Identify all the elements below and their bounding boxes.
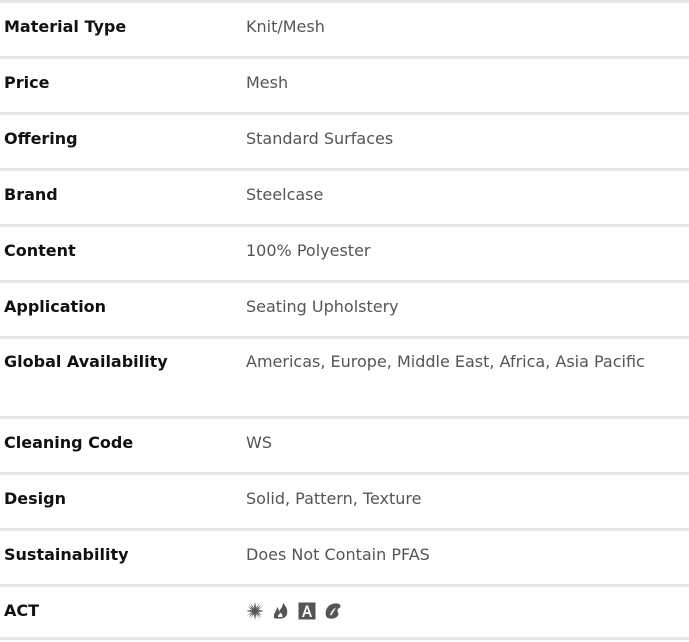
spec-row-brand: Brand Steelcase — [0, 168, 689, 224]
spec-row-price: Price Mesh — [0, 56, 689, 112]
spec-label: Content — [4, 241, 76, 260]
spec-value: Knit/Mesh — [246, 17, 325, 36]
spec-row-design: Design Solid, Pattern, Texture — [0, 472, 689, 528]
specifications-table: Material Type Knit/Mesh Price Mesh Offer… — [0, 0, 689, 640]
spec-label: Price — [4, 73, 50, 92]
sunburst-icon — [246, 602, 264, 620]
letter-a-icon — [298, 602, 316, 620]
spec-value: Does Not Contain PFAS — [246, 545, 430, 564]
spec-label: Cleaning Code — [4, 433, 134, 452]
flame-icon — [272, 602, 290, 620]
spec-label: Material Type — [4, 17, 127, 36]
spec-value: Steelcase — [246, 185, 324, 204]
spec-label: Design — [4, 489, 66, 508]
spec-label: ACT — [4, 601, 40, 620]
spec-row-offering: Offering Standard Surfaces — [0, 112, 689, 168]
spec-value: Mesh — [246, 73, 289, 92]
spec-row-content: Content 100% Polyester — [0, 224, 689, 280]
spec-row-cleaning-code: Cleaning Code WS — [0, 416, 689, 472]
spec-value: Seating Upholstery — [246, 297, 399, 316]
palette-icon — [324, 602, 342, 620]
spec-value: Standard Surfaces — [246, 129, 394, 148]
spec-row-application: Application Seating Upholstery — [0, 280, 689, 336]
spec-value: Americas, Europe, Middle East, Africa, A… — [246, 352, 645, 371]
spec-label: Sustainability — [4, 545, 129, 564]
spec-label: Offering — [4, 129, 78, 148]
spec-label: Global Availability — [4, 352, 168, 371]
spec-label: Application — [4, 297, 107, 316]
spec-row-sustainability: Sustainability Does Not Contain PFAS — [0, 528, 689, 584]
spec-value: Solid, Pattern, Texture — [246, 489, 422, 508]
spec-row-material-type: Material Type Knit/Mesh — [0, 0, 689, 56]
spec-value: 100% Polyester — [246, 241, 371, 260]
spec-row-global-availability: Global Availability Americas, Europe, Mi… — [0, 336, 689, 416]
spec-row-act: ACT — [0, 584, 689, 640]
spec-label: Brand — [4, 185, 58, 204]
spec-value: WS — [246, 433, 272, 452]
act-icons — [246, 599, 689, 623]
